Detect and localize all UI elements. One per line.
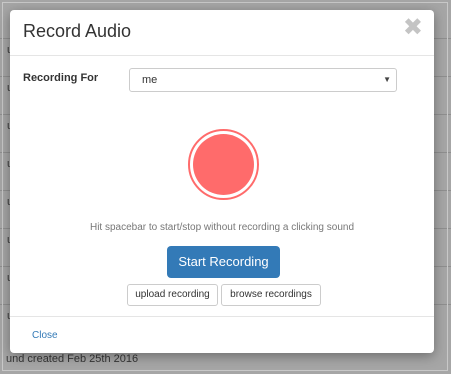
close-link[interactable]: Close [32, 330, 58, 341]
chevron-down-icon: ▼ [383, 75, 391, 84]
spacebar-hint: Hit spacebar to start/stop without recor… [89, 222, 355, 233]
page: u u u u u u u u und created Feb 25th 201… [0, 0, 451, 374]
recording-for-select[interactable]: me ▼ [129, 68, 397, 92]
modal-footer: Close [10, 316, 434, 353]
record-circle-icon [193, 134, 254, 195]
modal-header: Record Audio ✖ [10, 10, 434, 56]
upload-recording-button[interactable]: upload recording [127, 284, 218, 306]
close-icon[interactable]: ✖ [403, 16, 423, 40]
modal-title: Record Audio [23, 21, 132, 41]
recording-for-label: Recording For [23, 72, 99, 84]
browse-recordings-button[interactable]: browse recordings [221, 284, 321, 306]
start-recording-button[interactable]: Start Recording [167, 246, 280, 278]
record-button[interactable] [188, 129, 259, 200]
record-audio-modal: Record Audio ✖ Recording For me ▼ Hit sp… [10, 10, 434, 353]
recording-for-value: me [142, 74, 158, 86]
